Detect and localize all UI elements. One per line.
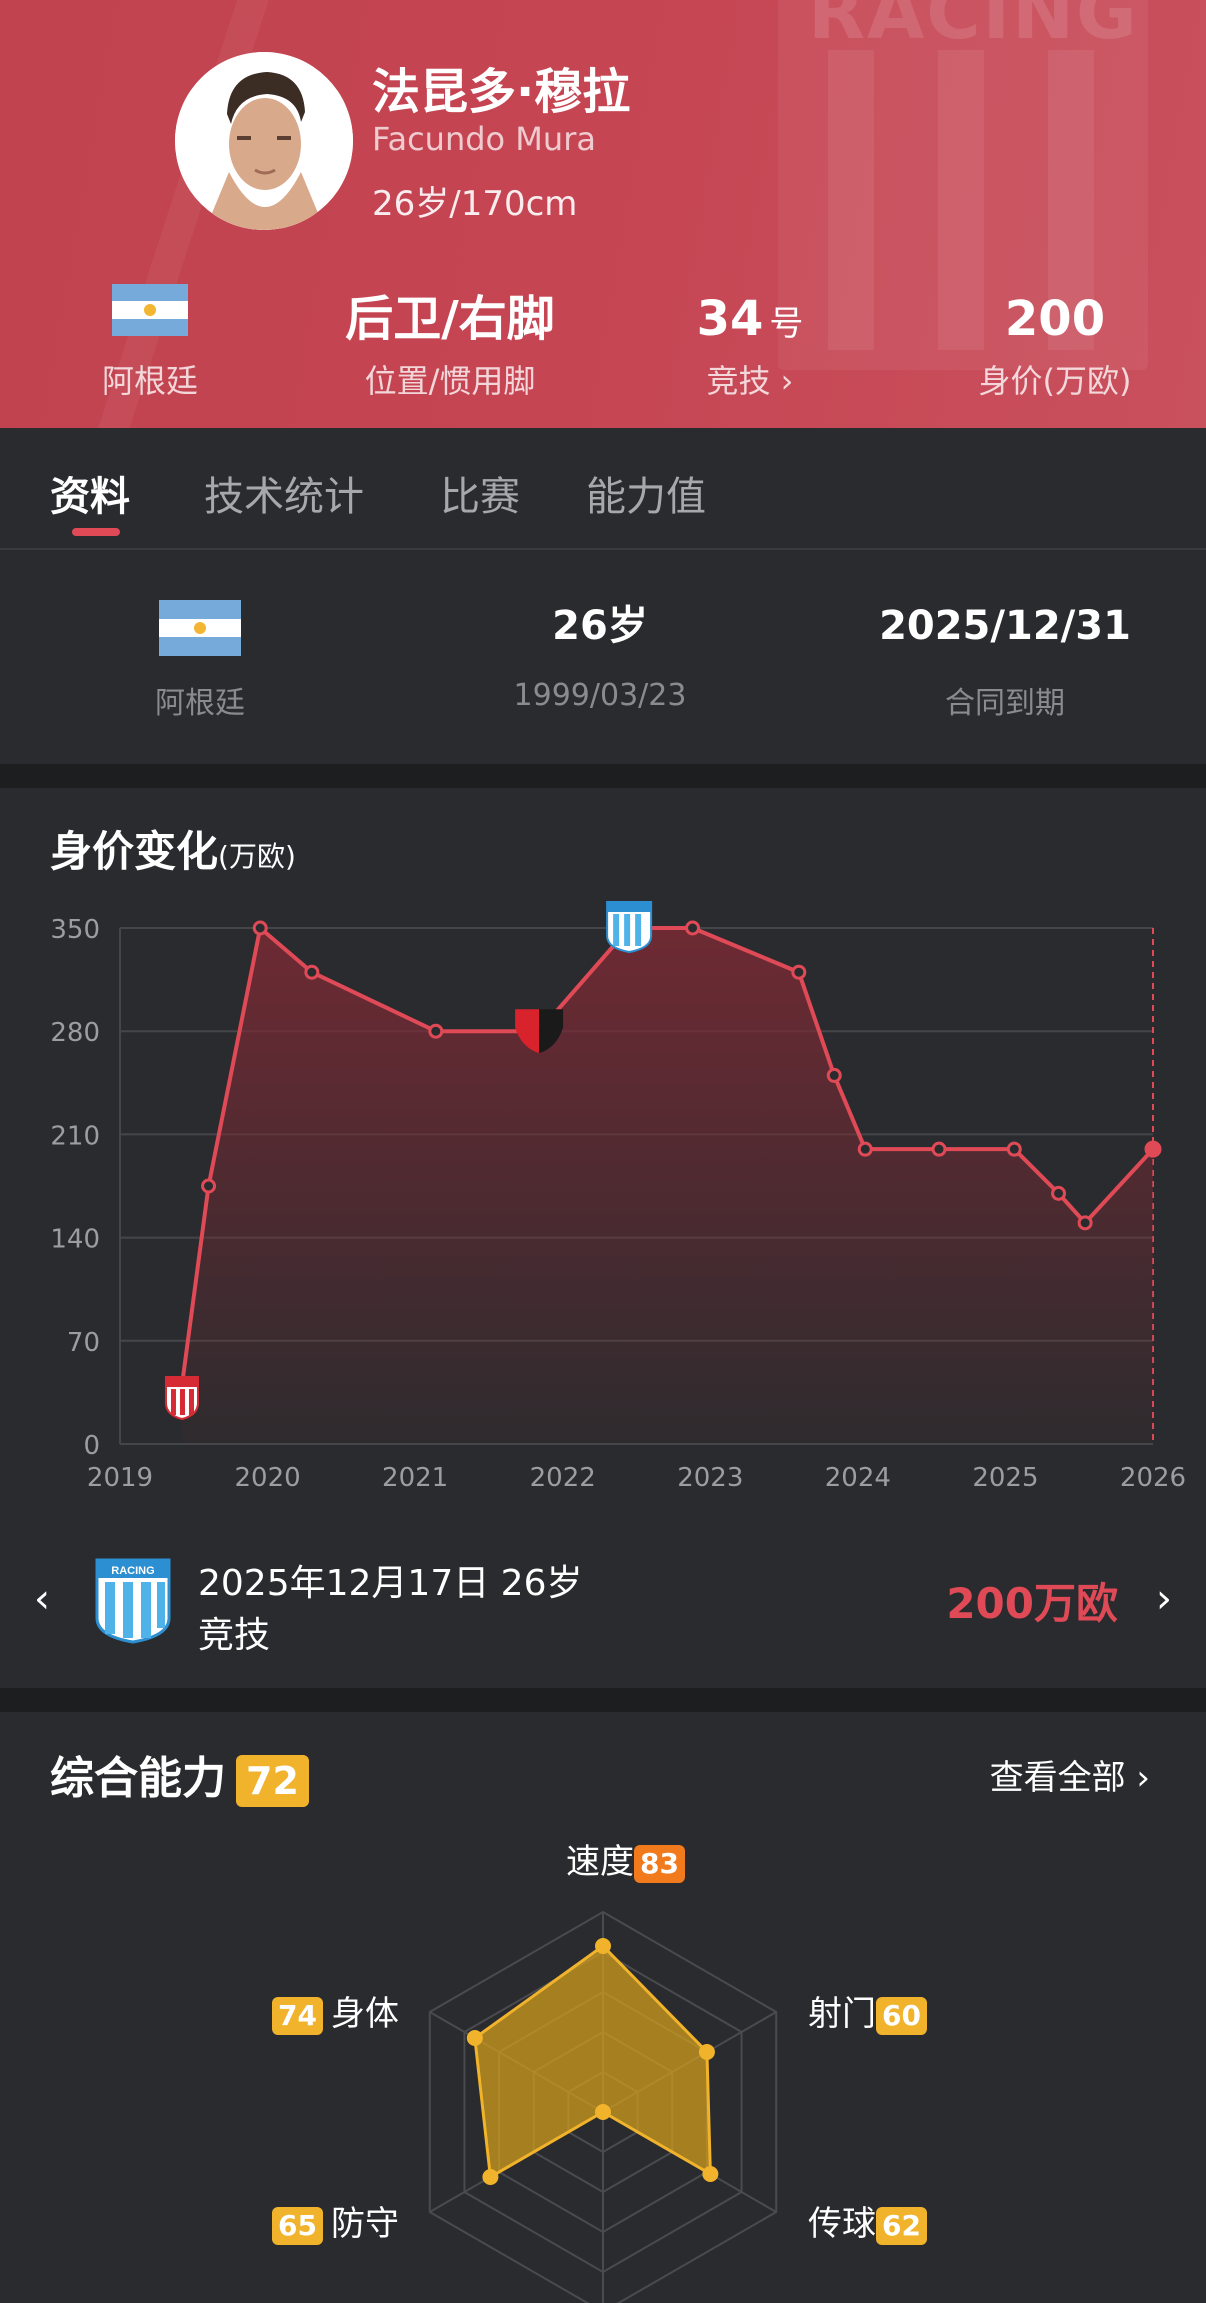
radar-label-defending: 65 防守 [272,2196,399,2245]
ability-section: 综合能力 72 查看全部 › 速度 83 射门 60 传球 62 65 防守 74 身体 [0,1712,1206,2303]
radar-label-passing: 传球 62 [808,2196,927,2245]
physical-value-badge: 74 [272,1996,323,2035]
position-value: 后卫/右脚 [345,291,555,347]
shirt-number-stat[interactable]: 34 号 竞技 › [670,284,830,402]
value-point [685,920,701,936]
x-tick-label: 2023 [677,1463,743,1493]
market-value-chart[interactable]: 0 70 140 210 280 350 2019 2020 2021 2022 2023 2024 2… [0,788,1206,1528]
player-avatar [175,52,353,230]
defending-value-badge: 65 [272,2206,323,2245]
radar-label-speed: 速度 83 [566,1834,685,1883]
value-club: 竞技 [198,1615,271,1656]
player-name-en: Facundo Mura [372,120,596,158]
radar-value-point [595,1938,611,1954]
tab-matches[interactable]: 比赛 [440,464,520,522]
active-tab-indicator [72,528,120,536]
value-point [826,1067,842,1083]
y-tick-label: 140 [50,1225,100,1255]
y-tick-label: 210 [50,1121,100,1151]
x-tick-label: 2024 [825,1463,891,1493]
position-stat: 后卫/右脚 位置/惯用脚 [330,284,570,402]
info-age: 26岁 1999/03/23 [470,596,730,713]
radar-value-area [473,1944,712,2180]
market-value-section: 身价变化(万欧) 0 70 140 210 280 350 2019 2020 2021 2022… [0,788,1206,1688]
nationality-label: 阿根廷 [101,362,198,400]
y-tick-label: 280 [50,1018,100,1048]
nationality-stat: 阿根廷 [80,284,220,402]
player-header: RACING 法昆多·穆拉 Facundo Mura 26岁/170cm 阿根廷… [0,0,1206,428]
racing-badge-icon [606,901,653,954]
next-arrow-icon[interactable]: › [1156,1576,1172,1622]
argentina-flag-icon [159,600,241,656]
radar-value-point [482,2169,499,2185]
tab-bar: 资料 技术统计 比赛 能力值 [0,428,1206,550]
ability-radar-chart [428,1910,778,2303]
value-point [428,1023,444,1039]
value-point [931,1141,947,1157]
x-tick-label: 2025 [972,1463,1038,1493]
tab-tech-stats[interactable]: 技术统计 [204,464,364,522]
radar-value-point [702,2166,719,2182]
info-birthdate: 1999/03/23 [513,678,687,713]
value-point [304,964,320,980]
market-value-label: 身价(万欧) [978,362,1132,400]
shirt-number-unit: 号 [769,304,804,344]
y-tick-label: 70 [67,1328,100,1358]
argentina-flag-icon [112,284,188,336]
info-contract-label: 合同到期 [945,686,1065,721]
value-point [791,964,807,980]
club-background-logo-text: RACING [808,0,1139,56]
value-point [857,1141,873,1157]
x-tick-label: 2020 [234,1463,300,1493]
radar-value-point [595,2104,611,2120]
basic-info-panel: 阿根廷 26岁 1999/03/23 2025/12/31 合同到期 [0,550,1206,764]
position-label: 位置/惯用脚 [364,362,536,400]
radar-label-shooting: 射门 60 [808,1986,927,2035]
tab-profile[interactable]: 资料 [50,464,130,522]
info-contract: 2025/12/31 合同到期 [860,596,1150,722]
svg-text:RACING: RACING [111,1565,154,1577]
player-name-cn: 法昆多·穆拉 [372,64,631,120]
y-tick-label: 350 [50,915,100,945]
estudiantes-badge-icon [164,1376,199,1421]
radar-label-physical: 74 身体 [272,1986,399,2035]
x-tick-label: 2022 [530,1463,596,1493]
value-point [1077,1215,1093,1231]
info-contract-value: 2025/12/31 [879,603,1131,649]
info-nationality: 阿根廷 [100,596,300,722]
x-tick-label: 2021 [382,1463,448,1493]
market-value-footer: ‹ RACING 2025年12月17日 26岁 竞技 200万欧 › [0,1548,1206,1668]
info-age-value: 26岁 [552,603,648,649]
value-date-age: 2025年12月17日 26岁 [198,1563,583,1604]
tab-ability[interactable]: 能力值 [586,464,706,522]
racing-club-badge-icon: RACING [95,1558,171,1644]
player-age-height: 26岁/170cm [372,184,578,224]
speed-value-badge: 83 [634,1844,685,1883]
radar-value-point [698,2044,715,2060]
market-value-stat: 200 身价(万欧) [960,284,1150,402]
y-tick-label: 0 [83,1431,100,1461]
club-link[interactable]: 竞技 › [670,356,830,402]
value-point [1006,1141,1022,1157]
prev-arrow-icon[interactable]: ‹ [34,1576,50,1622]
x-tick-label: 2026 [1120,1463,1186,1493]
market-value-value: 200 [1004,291,1106,347]
value-point [1051,1185,1067,1201]
value-area [181,928,1154,1444]
value-amount: 200万欧 [946,1579,1118,1628]
value-point [1144,1140,1162,1158]
value-point [201,1178,217,1194]
radar-value-point [466,2030,483,2046]
shirt-number-value: 34 [696,291,764,347]
value-point [252,920,268,936]
info-nationality-label: 阿根廷 [155,686,245,721]
shooting-value-badge: 60 [876,1996,927,2035]
passing-value-badge: 62 [876,2206,927,2245]
x-tick-label: 2019 [87,1463,153,1493]
